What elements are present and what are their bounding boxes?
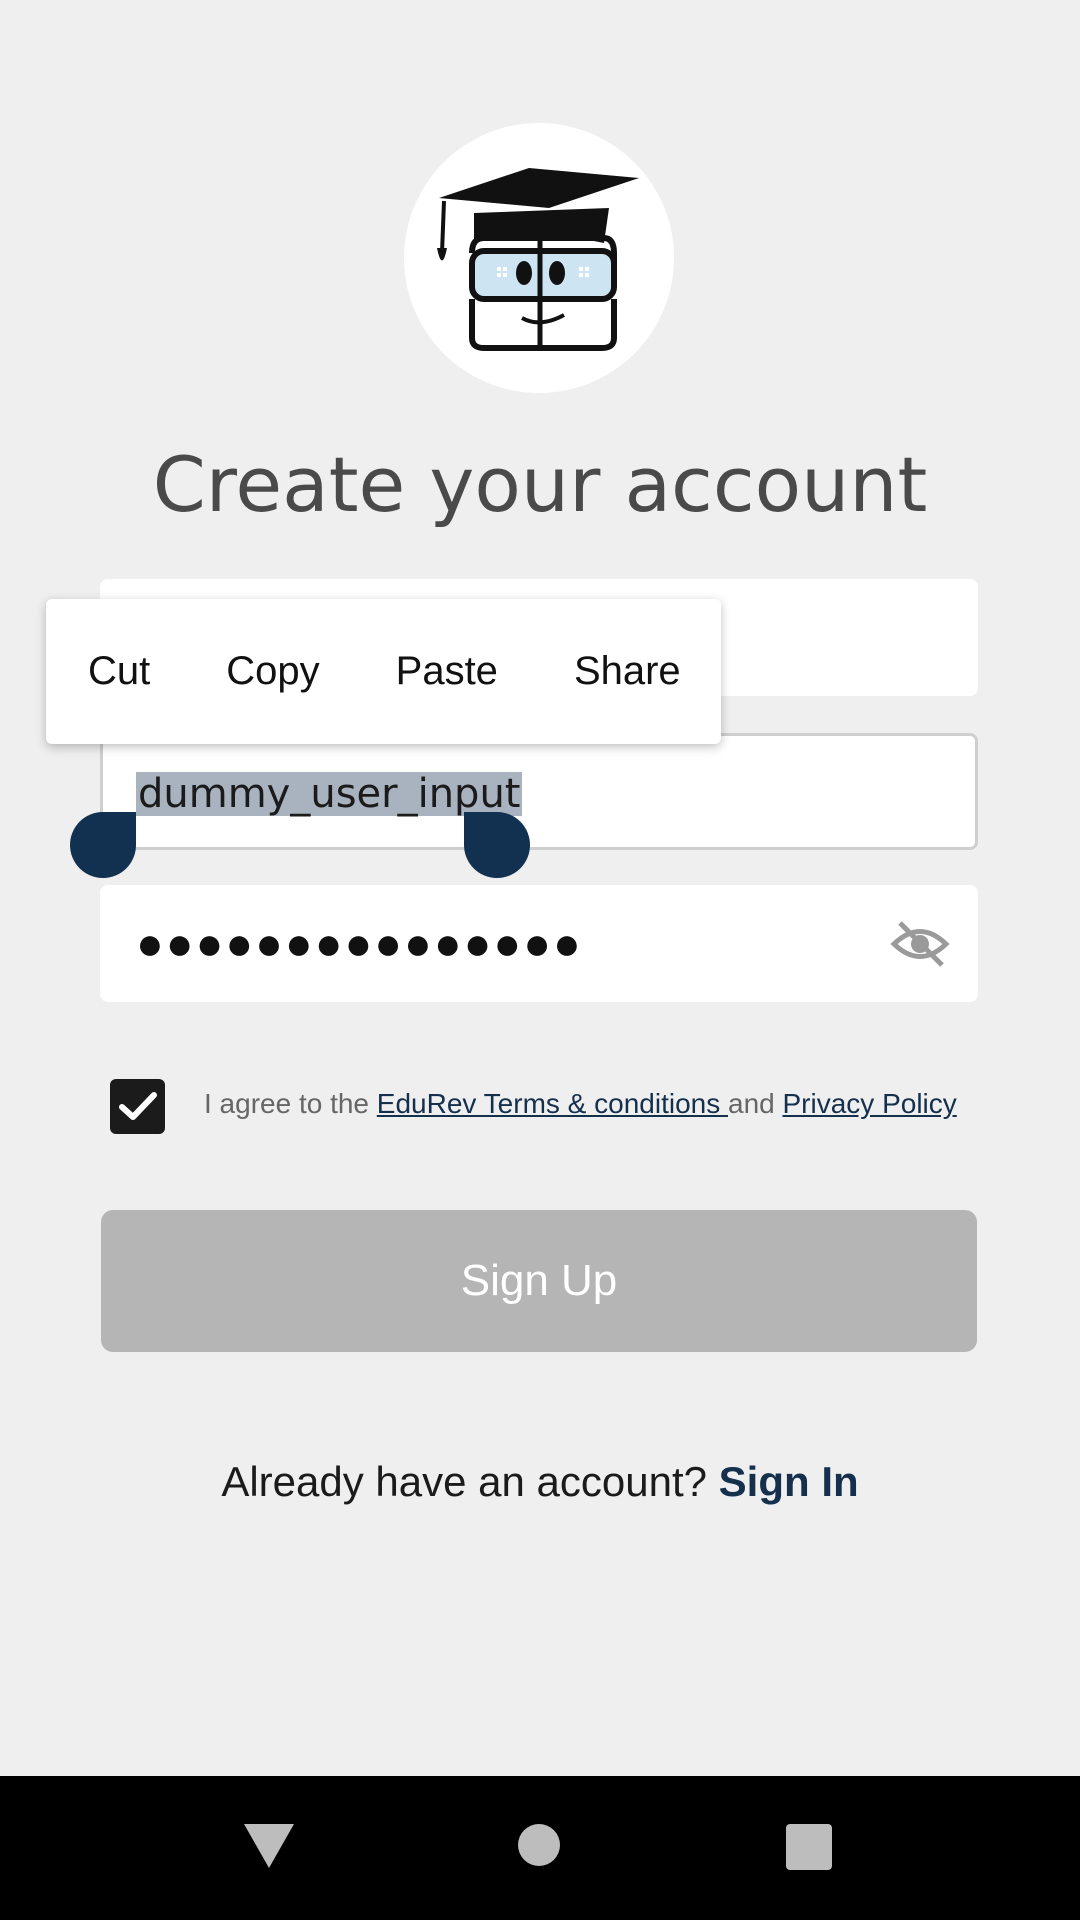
privacy-link[interactable]: Privacy Policy — [783, 1088, 957, 1119]
username-selected-text[interactable]: dummy_user_input — [136, 772, 523, 816]
menu-item-cut[interactable]: Cut — [88, 649, 150, 694]
password-field[interactable]: ●●●●●●●●●●●●●●● — [100, 885, 978, 1002]
signin-prompt-text: Already have an account? — [221, 1458, 719, 1505]
app-logo — [404, 123, 674, 393]
eye-off-icon[interactable] — [890, 919, 950, 969]
sign-in-link[interactable]: Sign In — [719, 1458, 859, 1505]
triangle-back-icon[interactable] — [244, 1824, 294, 1868]
page-title: Create your account — [152, 440, 928, 529]
text-selection-menu: Cut Copy Paste Share — [46, 599, 721, 744]
password-value: ●●●●●●●●●●●●●●● — [136, 917, 583, 969]
agree-checkbox[interactable] — [110, 1079, 165, 1134]
terms-link[interactable]: EduRev Terms & conditions — [377, 1088, 728, 1119]
menu-item-paste[interactable]: Paste — [396, 649, 498, 694]
checkmark-icon — [119, 1092, 157, 1120]
agreement-text: I agree to the EduRev Terms & conditions… — [204, 1088, 957, 1120]
signin-prompt: Already have an account? Sign In — [0, 1458, 1080, 1506]
selection-start-handle[interactable] — [70, 812, 136, 878]
username-field[interactable]: dummy_user_input — [100, 733, 978, 850]
selection-end-handle[interactable] — [464, 812, 530, 878]
agree-prefix: I agree to the — [204, 1088, 377, 1119]
mascot-icon — [437, 168, 639, 351]
menu-item-share[interactable]: Share — [574, 649, 681, 694]
square-recents-icon[interactable] — [786, 1824, 832, 1870]
system-nav-bar — [0, 1776, 1080, 1920]
signup-screen: Create your account dummy_user_input ●●●… — [0, 0, 1080, 1920]
sign-up-button[interactable]: Sign Up — [101, 1210, 977, 1352]
agree-middle: and — [728, 1088, 783, 1119]
circle-home-icon[interactable] — [518, 1824, 560, 1866]
menu-item-copy[interactable]: Copy — [226, 649, 319, 694]
